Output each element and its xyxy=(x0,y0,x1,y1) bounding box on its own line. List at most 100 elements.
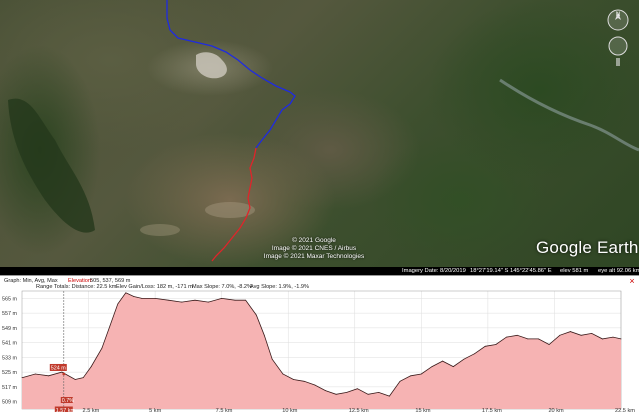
elevation-point xyxy=(271,358,273,360)
elevation-readout: elev 581 m xyxy=(560,268,589,274)
elevation-point xyxy=(559,334,561,336)
elevation-point xyxy=(194,299,196,301)
elevation-point xyxy=(263,334,265,336)
elevation-point xyxy=(474,353,475,355)
attribution-line: © 2021 Google xyxy=(292,237,336,244)
elevation-point xyxy=(314,384,316,386)
y-tick-label: 549 m xyxy=(2,326,17,332)
y-tick-label: 541 m xyxy=(2,341,17,347)
close-profile-button[interactable]: × xyxy=(627,276,637,286)
elevation-chart[interactable]: 565 m 557 m 549 m 541 m 533 m 525 m 517 m 509 m… xyxy=(0,287,639,412)
elevation-point xyxy=(463,358,465,360)
terrain-overlay xyxy=(8,0,639,262)
elevation-point xyxy=(612,336,614,338)
elevation-point xyxy=(133,296,135,297)
marker-dot xyxy=(62,372,66,376)
elevation-point xyxy=(21,377,23,379)
elevation-point xyxy=(495,344,497,345)
elevation-point xyxy=(367,393,369,395)
y-axis-ticks: 565 m 557 m 549 m 541 m 533 m 525 m 517 m 509 m xyxy=(2,296,17,405)
elevation-point xyxy=(431,366,433,367)
elevation-point xyxy=(125,292,127,294)
y-tick-label: 565 m xyxy=(2,296,17,302)
elevation-point xyxy=(527,338,529,340)
elevation-point xyxy=(117,303,119,305)
elevation-point xyxy=(388,395,390,397)
elevation-point xyxy=(207,301,209,303)
elevation-point xyxy=(580,334,582,336)
elevation-point xyxy=(141,297,143,299)
x-tick-label: 7.5 km xyxy=(216,408,233,412)
elevation-point xyxy=(346,392,348,393)
elevation-profile-panel[interactable]: Graph: Min, Avg, Max Elevation: 505, 537… xyxy=(0,275,639,412)
elevation-point xyxy=(548,344,550,345)
profile-stats: Graph: Min, Avg, Max Elevation: 505, 537… xyxy=(0,276,639,290)
marker-dist-label: 1.57 km xyxy=(56,408,76,412)
elevation-point xyxy=(255,314,257,316)
elevation-point xyxy=(34,373,36,375)
elevation-point xyxy=(74,379,76,380)
elevation-point xyxy=(452,366,454,367)
elevation-point xyxy=(538,338,539,340)
elevation-point xyxy=(399,380,401,382)
x-tick-label: 12.5 km xyxy=(349,408,369,412)
elevation-point xyxy=(570,331,571,332)
elevation-point xyxy=(591,333,593,334)
elevation-point xyxy=(303,380,305,382)
elevation-point xyxy=(410,375,412,377)
elevation-point xyxy=(357,388,358,390)
marker-slope-label: 0.7% xyxy=(62,398,74,404)
elevation-point xyxy=(245,299,247,301)
wetland-shape xyxy=(8,98,95,233)
look-joystick-icon xyxy=(608,36,628,56)
elevation-point xyxy=(293,379,294,380)
x-tick-label: 5 km xyxy=(149,408,161,412)
y-tick-label: 525 m xyxy=(2,370,17,376)
elevation-point xyxy=(325,390,326,391)
elevation-point xyxy=(48,375,50,377)
x-tick-label: 20 km xyxy=(548,408,564,412)
elevation-point xyxy=(90,366,92,367)
elevation-point xyxy=(516,334,518,336)
elevation-point xyxy=(82,377,84,379)
lake-shape xyxy=(196,52,227,79)
y-tick-label: 557 m xyxy=(2,311,17,317)
river-shape xyxy=(499,78,639,152)
elevation-point xyxy=(181,301,183,303)
elevation-point xyxy=(601,338,603,340)
x-tick-label: 10 km xyxy=(282,408,298,412)
y-tick-label: 517 m xyxy=(2,385,17,391)
map-attribution: © 2021 Google Image © 2021 CNES / Airbus… xyxy=(254,237,374,261)
x-tick-label: 15 km xyxy=(415,408,431,412)
elevation-point xyxy=(506,336,507,338)
eye-altitude: eye alt 92.06 km xyxy=(598,268,639,274)
zoom-slider-icon xyxy=(616,58,620,66)
marker-elev-label: 524 m xyxy=(51,365,66,371)
elevation-point xyxy=(154,297,156,299)
compass-north-label: N xyxy=(616,12,620,18)
elevation-point xyxy=(378,392,380,393)
elevation-point xyxy=(335,393,337,395)
elevation-point xyxy=(234,299,236,301)
x-tick-label: 17.5 km xyxy=(482,408,502,412)
elevation-point xyxy=(484,345,486,347)
elevation-point xyxy=(168,299,169,301)
y-tick-label: 533 m xyxy=(2,355,17,361)
compass-control[interactable]: N xyxy=(602,6,634,66)
x-tick-label: 2.5 km xyxy=(83,408,100,412)
elevation-point xyxy=(221,297,223,299)
y-tick-label: 509 m xyxy=(2,400,17,406)
elevation-point xyxy=(620,338,622,340)
route-upper xyxy=(166,0,296,149)
elevation-point xyxy=(420,373,422,375)
satellite-map[interactable]: N © 2021 Google Image © 2021 CNES / Airb… xyxy=(0,0,639,267)
x-tick-label: 22.5 km xyxy=(615,408,635,412)
elevation-area xyxy=(22,292,621,409)
elevation-point xyxy=(442,360,444,362)
attribution-line: Image © 2021 CNES / Airbus xyxy=(271,245,357,252)
google-earth-logo: Google Earth xyxy=(536,238,639,257)
status-bar: Imagery Date: 8/20/2019 18°27'19.14" S 1… xyxy=(0,267,639,275)
elevation-point xyxy=(109,325,111,327)
elevation-point xyxy=(282,373,284,375)
elevation-point xyxy=(101,347,103,349)
